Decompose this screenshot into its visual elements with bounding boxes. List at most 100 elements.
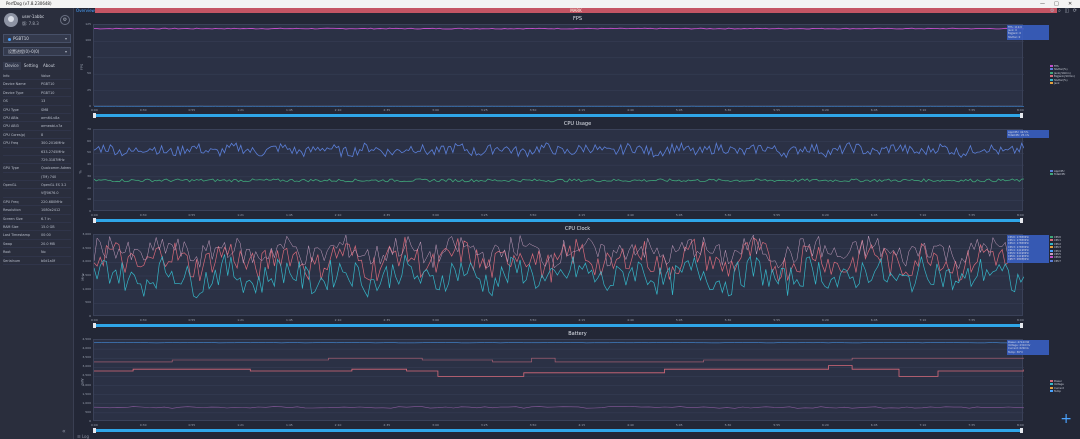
info-row: Screen Size 6.7 in — [3, 215, 71, 224]
legend-item[interactable]: Jank — [1050, 82, 1075, 85]
y-tick-label: 1,500 — [82, 391, 91, 396]
x-tick-label: 8:00 — [1017, 108, 1024, 112]
chart-plot-area[interactable] — [93, 129, 1024, 211]
x-tick-label: 2:35 — [383, 108, 391, 112]
chart-plot-area[interactable] — [93, 24, 1024, 107]
log-toggle[interactable]: ☰ Log — [77, 434, 89, 439]
info-row: Device Type PGBT10 — [3, 89, 71, 98]
info-value: b0d1a0f — [41, 258, 56, 263]
chart-svg — [94, 141, 1024, 201]
tab-setting[interactable]: Setting — [22, 62, 40, 70]
chart-plot-area[interactable] — [93, 339, 1024, 421]
slider-handle-end[interactable] — [1020, 323, 1023, 328]
app-select[interactable]: 设置进程(0)-0(0) ▾ — [3, 47, 71, 56]
chart-legend: CPU0 CPU1 CPU2 CPU3 CPU4 CPU5 CPU6 CPU7 — [1050, 236, 1061, 263]
tab-device[interactable]: Device — [3, 62, 21, 70]
minimize-icon[interactable]: — — [1040, 0, 1045, 8]
app-cpu-series-line — [94, 141, 1024, 159]
chart-plot-area[interactable] — [93, 234, 1024, 316]
close-icon[interactable]: ✕ — [1068, 0, 1072, 8]
info-value: PGBT10 — [41, 90, 55, 95]
slider-handle-start[interactable] — [93, 428, 96, 433]
slider-handle-end[interactable] — [1020, 113, 1023, 118]
chart-legend: FPS Stutter(%) Jank(/10min) BigJank(/10min)… — [1050, 65, 1075, 85]
info-value: No — [41, 250, 46, 255]
legend-label: CPU7 — [1054, 259, 1061, 263]
time-range-slider[interactable] — [93, 323, 1023, 328]
legend-swatch — [1050, 71, 1053, 74]
time-range-slider[interactable] — [93, 113, 1023, 118]
info-key: Device Name — [3, 82, 26, 87]
y-tick-label: 60 — [87, 138, 91, 143]
x-tick-label: 2:35 — [383, 423, 391, 427]
info-row: CPU Type SM8 — [3, 106, 71, 114]
x-tick-label: 3:50 — [529, 213, 537, 217]
device-select[interactable]: PGBT10 ▾ — [3, 34, 71, 43]
info-value: OpenGL ES 3.2 — [41, 183, 67, 188]
x-tick-label: 3:50 — [529, 423, 537, 427]
x-tick-label: 4:40 — [627, 108, 634, 112]
x-tick-label: 1:45 — [285, 108, 293, 112]
chart-title: CPU Clock — [564, 226, 591, 232]
info-row: RAM Size 15.0 GB — [3, 223, 71, 232]
x-tick-label: 3:25 — [480, 318, 488, 322]
legend-swatch — [1050, 170, 1053, 172]
toolbar-icons[interactable]: ⚙ ⌕ ◫ ⟳ — [1050, 8, 1078, 14]
slider-handle-end[interactable] — [1020, 428, 1023, 433]
info-key: Info — [3, 74, 10, 78]
user-sub: 版: 7.8.3 — [22, 21, 39, 26]
x-tick-label: 7:35 — [968, 213, 975, 217]
add-chart-icon[interactable]: + — [1060, 411, 1072, 427]
info-key: RAM Size — [3, 225, 19, 230]
x-tick-label: 0:00 — [91, 213, 98, 217]
legend-swatch — [1050, 380, 1053, 382]
legend-label: Jank — [1054, 82, 1060, 86]
x-tick-label: 6:45 — [870, 213, 878, 217]
avatar[interactable] — [4, 13, 18, 27]
mark-banner[interactable]: MARK — [95, 8, 1057, 13]
info-key: Serialnum — [3, 258, 21, 263]
legend-label: TotalCPU — [1054, 173, 1066, 177]
slider-handle-end[interactable] — [1020, 218, 1023, 223]
maximize-icon[interactable]: □ — [1054, 0, 1059, 8]
slider-handle-start[interactable] — [93, 113, 96, 118]
legend-item[interactable]: CPU7 — [1050, 259, 1061, 263]
tab-overview[interactable]: Overview — [76, 8, 95, 14]
settings-gear-icon[interactable]: ⚙ — [60, 15, 70, 25]
x-tick-label: 3:50 — [529, 108, 537, 112]
info-row: CPU Freq 300-2016MHz — [3, 139, 71, 148]
legend-item[interactable]: Temp — [1050, 390, 1064, 393]
info-value: PGBT10 — [41, 82, 55, 87]
info-key: OS — [3, 99, 8, 104]
user-name: user-1abbc — [22, 14, 45, 19]
y-tick-label: 25 — [87, 87, 91, 92]
legend-swatch — [1050, 78, 1053, 81]
x-tick-label: 0:55 — [188, 108, 196, 112]
x-tick-label: 5:55 — [773, 213, 781, 217]
x-tick-label: 2:10 — [334, 318, 342, 322]
info-value: 8 — [41, 132, 44, 137]
info-key: Swap — [3, 241, 13, 246]
y-tick-label: 3,000 — [82, 364, 91, 369]
x-tick-label: 4:15 — [578, 423, 586, 427]
time-range-slider[interactable] — [93, 428, 1023, 433]
info-value: Value — [41, 74, 51, 78]
y-tick-label: 500 — [85, 300, 91, 305]
y-tick-label: 0 — [89, 209, 91, 213]
slider-handle-start[interactable] — [93, 218, 96, 223]
info-row: OS 13 — [3, 97, 71, 106]
legend-item[interactable]: TotalCPU — [1050, 173, 1065, 176]
x-tick-label: 4:40 — [627, 423, 634, 427]
collapse-sidebar-icon[interactable]: « — [62, 428, 66, 435]
y-tick-label: 75 — [87, 54, 91, 59]
x-tick-label: 1:21 — [237, 318, 244, 322]
tab-about[interactable]: About — [41, 62, 57, 70]
info-row: CPU ABIs arm64-v8a — [3, 114, 71, 123]
device-select-value: PGBT10 — [13, 36, 29, 41]
x-tick-label: 0:55 — [188, 318, 196, 322]
time-range-slider[interactable] — [93, 218, 1023, 223]
x-tick-label: 3:00 — [432, 213, 439, 217]
y-axis-label: FPS — [80, 63, 85, 71]
slider-handle-start[interactable] — [93, 323, 96, 328]
info-key: Screen Size — [3, 216, 23, 221]
